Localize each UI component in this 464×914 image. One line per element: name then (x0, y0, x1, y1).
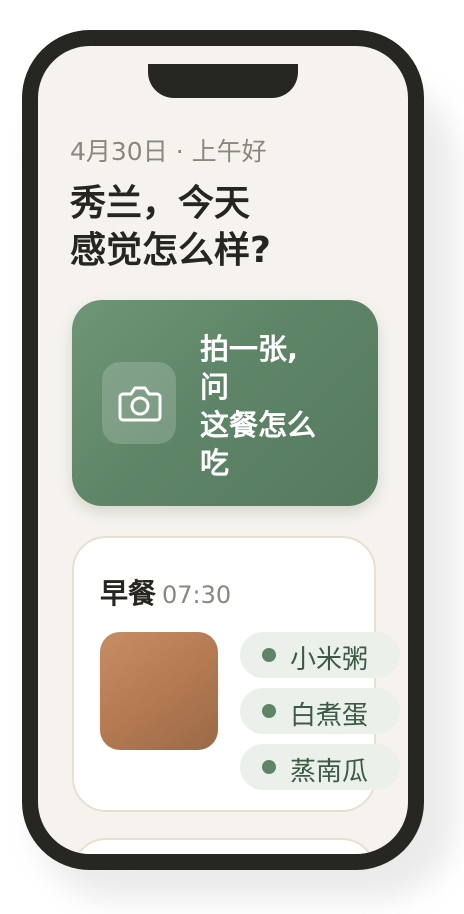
phone-frame: 4月30日 · 上午好 秀兰，今天 感觉怎么样? 拍一张, 问 这餐怎么 吃 早… (22, 30, 424, 870)
snap-meal-line-2: 问 (200, 370, 230, 404)
next-meal-card[interactable] (72, 838, 376, 854)
tag-dot (262, 704, 276, 718)
title-line-2: 感觉怎么样? (70, 230, 271, 271)
title-line-1: 秀兰，今天 (70, 183, 251, 224)
tag-dot (262, 760, 276, 774)
meal-photo[interactable] (100, 632, 218, 750)
meal-time: 07:30 (162, 581, 232, 609)
snap-meal-line-4: 吃 (200, 446, 230, 480)
camera-icon-tile (102, 362, 176, 444)
food-tag-label: 蒸南瓜 (290, 757, 369, 787)
page-title: 秀兰，今天 感觉怎么样? (70, 180, 370, 274)
food-tag-label: 白煮蛋 (290, 701, 369, 731)
food-tag-label: 小米粥 (290, 645, 369, 675)
tag-dot (262, 648, 276, 662)
meal-header: 早餐 07:30 (100, 572, 231, 612)
food-tag[interactable]: 白煮蛋 (240, 688, 400, 734)
snap-meal-label: 拍一张, 问 这餐怎么 吃 (200, 330, 340, 482)
stage: 4月30日 · 上午好 秀兰，今天 感觉怎么样? 拍一张, 问 这餐怎么 吃 早… (0, 0, 464, 914)
camera-icon (118, 386, 162, 422)
app-screen: 4月30日 · 上午好 秀兰，今天 感觉怎么样? 拍一张, 问 这餐怎么 吃 早… (38, 46, 408, 854)
breakfast-card[interactable]: 早餐 07:30 小米粥 白煮蛋 蒸南瓜 (72, 536, 400, 812)
date-greeting: 4月30日 · 上午好 (70, 132, 267, 168)
food-tag[interactable]: 蒸南瓜 (240, 744, 400, 790)
snap-meal-line-3: 这餐怎么 (200, 408, 317, 442)
snap-meal-line-1: 拍一张, (200, 332, 299, 366)
greeting-text: 上午好 (191, 137, 267, 166)
meal-name: 早餐 (100, 577, 157, 610)
snap-meal-button[interactable]: 拍一张, 问 这餐怎么 吃 (72, 300, 378, 506)
food-tag[interactable]: 小米粥 (240, 632, 400, 678)
phone-notch (148, 64, 298, 98)
date-text: 4月30日 (70, 137, 168, 166)
separator-dot: · (175, 137, 184, 166)
